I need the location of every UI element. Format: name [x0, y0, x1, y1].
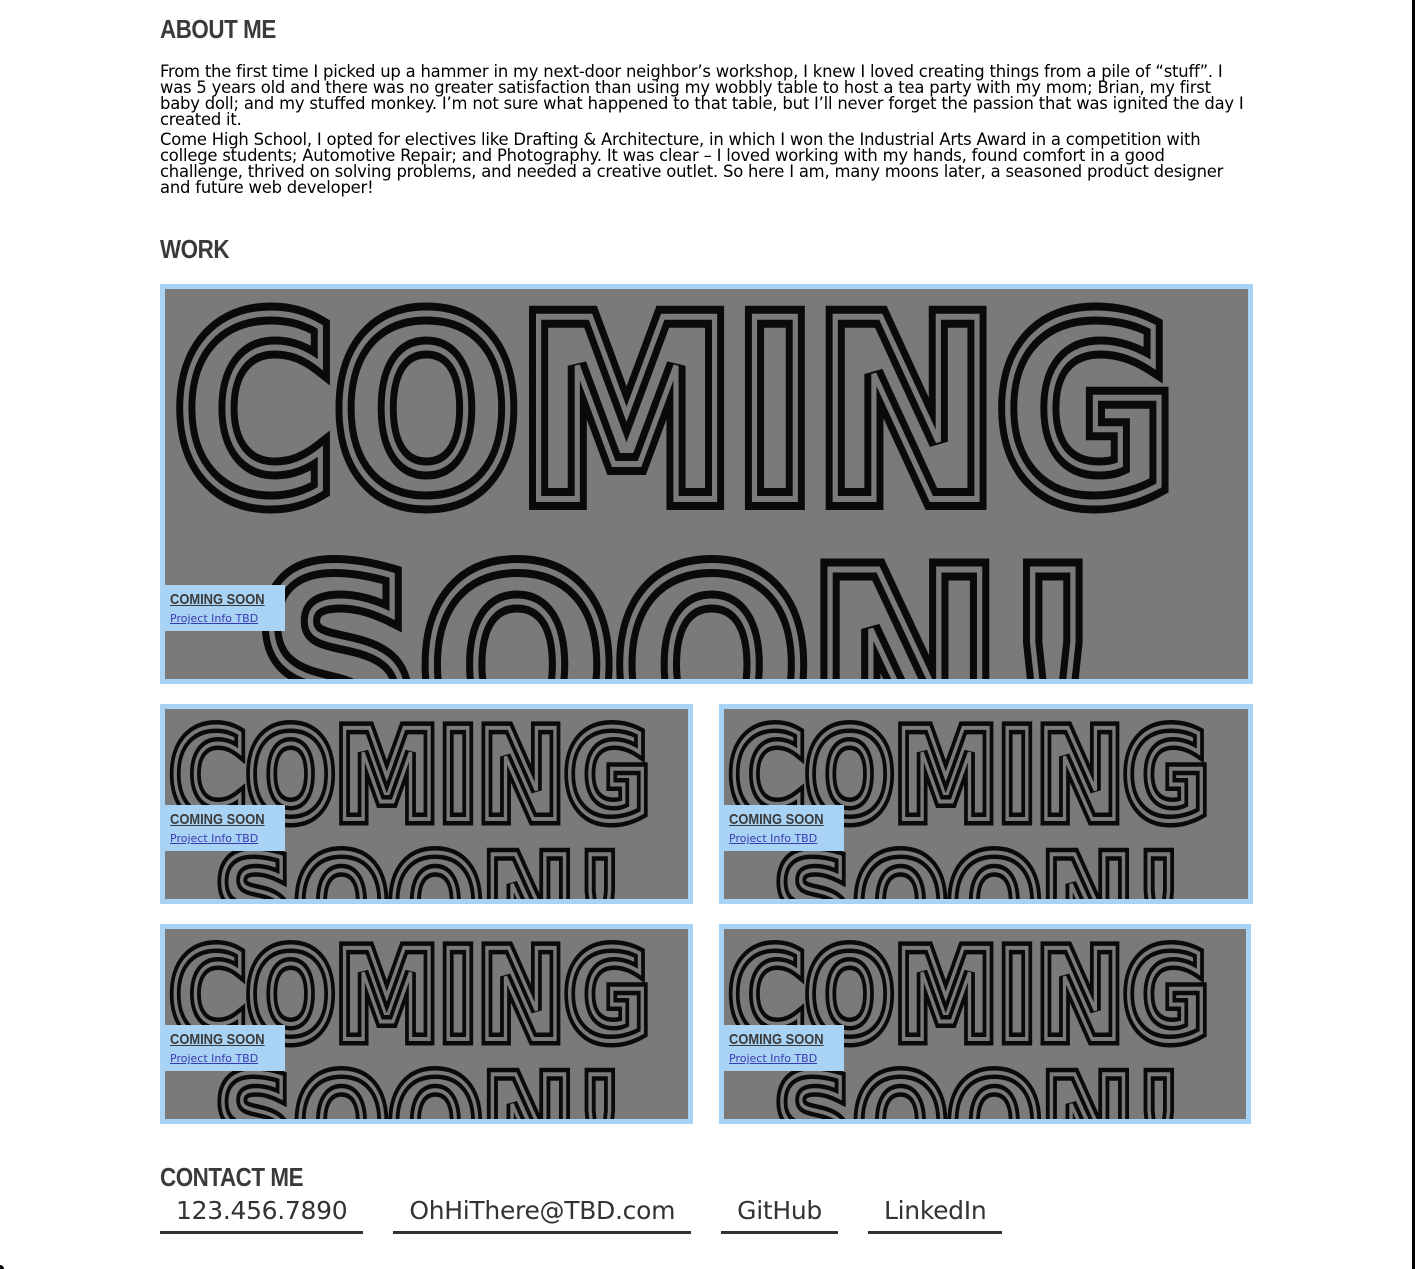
about-paragraph-2: Come High School, I opted for electives … [160, 130, 1224, 197]
coming-soon-image: COMING COMING SOON! SOON! [165, 929, 688, 1119]
project-card[interactable]: COMING COMING SOON! SOON! Coming Soon Pr… [160, 924, 693, 1124]
project-caption: Coming Soon Project Info TBD [165, 805, 286, 851]
project-title[interactable]: Coming Soon [729, 811, 824, 828]
page-corner [0, 1265, 4, 1269]
project-info-link[interactable]: Project Info TBD [170, 1052, 280, 1065]
project-caption: Coming Soon Project Info TBD [165, 585, 286, 631]
project-card-featured[interactable]: COMING COMING SOON! SOON! Coming Soon Pr… [160, 284, 1253, 684]
contact-links: 123.456.7890 OhHiThere@TBD.com GitHub Li… [160, 1194, 1032, 1234]
project-card[interactable]: COMING COMING SOON! SOON! Coming Soon Pr… [719, 704, 1253, 904]
svg-text:COMING: COMING [175, 289, 1175, 558]
project-caption: Coming Soon Project Info TBD [724, 1025, 845, 1071]
project-info-link[interactable]: Project Info TBD [729, 1052, 839, 1065]
linkedin-link[interactable]: LinkedIn [868, 1194, 1003, 1234]
coming-soon-image: COMING COMING SOON! SOON! [724, 929, 1246, 1119]
project-card[interactable]: COMING COMING SOON! SOON! Coming Soon Pr… [160, 704, 693, 904]
project-title[interactable]: Coming Soon [170, 811, 265, 828]
svg-text:SOON!: SOON! [255, 519, 1105, 679]
github-link[interactable]: GitHub [721, 1194, 838, 1234]
project-title[interactable]: Coming Soon [170, 591, 265, 608]
coming-soon-image: COMING COMING SOON! SOON! [165, 289, 1248, 679]
project-info-link[interactable]: Project Info TBD [170, 612, 280, 625]
project-card[interactable]: COMING COMING SOON! SOON! Coming Soon Pr… [719, 924, 1251, 1124]
project-info-link[interactable]: Project Info TBD [170, 832, 280, 845]
project-caption: Coming Soon Project Info TBD [165, 1025, 286, 1071]
project-title[interactable]: Coming Soon [729, 1031, 824, 1048]
project-title[interactable]: Coming Soon [170, 1031, 265, 1048]
project-caption: Coming Soon Project Info TBD [724, 805, 845, 851]
project-info-link[interactable]: Project Info TBD [729, 832, 839, 845]
email-link[interactable]: OhHiThere@TBD.com [393, 1194, 692, 1234]
work-heading: Work [160, 234, 230, 264]
contact-heading: Contact Me [160, 1162, 304, 1192]
coming-soon-image: COMING COMING SOON! SOON! [724, 709, 1248, 899]
phone-link[interactable]: 123.456.7890 [160, 1194, 364, 1234]
about-heading: About Me [160, 14, 276, 44]
about-paragraph-1: From the first time I picked up a hammer… [160, 62, 1244, 129]
coming-soon-image: COMING COMING SOON! SOON! [165, 709, 688, 899]
